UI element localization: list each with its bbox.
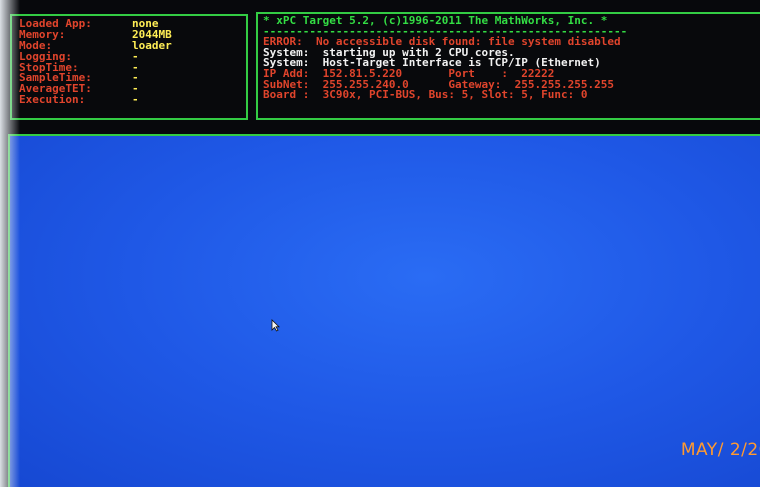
system-info-panel: * xPC Target 5.2, (c)1996-2011 The MathW… xyxy=(256,12,760,120)
board-line: Board : 3C90x, PCI-BUS, Bus: 5, Slot: 5,… xyxy=(263,88,588,102)
scope-display-area[interactable]: MAY/ 2/20 xyxy=(8,134,760,487)
mouse-pointer-icon xyxy=(271,317,280,336)
status-value: - xyxy=(132,93,139,107)
status-row-execution: Execution: - xyxy=(19,93,246,107)
target-status-panel: Loaded App: none Memory: 2044MB Mode: loade… xyxy=(10,14,248,120)
photo-date-stamp: MAY/ 2/20 xyxy=(680,440,760,460)
status-label: Execution: xyxy=(19,93,86,107)
monitor-screen: Loaded App: none Memory: 2044MB Mode: loade… xyxy=(0,0,760,487)
